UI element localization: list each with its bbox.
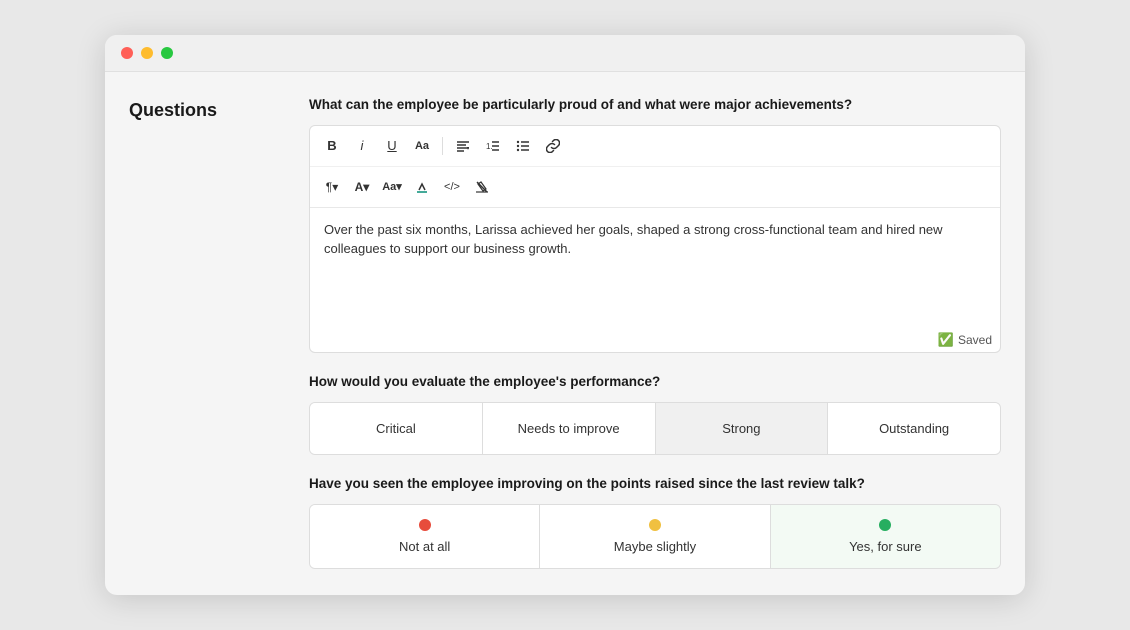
italic-button[interactable]: i xyxy=(348,132,376,160)
toolbar-row-1: B i U Aa 1. xyxy=(310,126,1000,167)
question-improvement-label: Have you seen the employee improving on … xyxy=(309,475,1001,494)
main-window: Questions What can the employee be parti… xyxy=(105,35,1025,595)
sidebar: Questions xyxy=(129,96,309,569)
question-improvement: Have you seen the employee improving on … xyxy=(309,475,1001,569)
question-performance: How would you evaluate the employee's pe… xyxy=(309,373,1001,455)
font-color-button[interactable]: A▾ xyxy=(348,173,376,201)
sidebar-title: Questions xyxy=(129,100,217,120)
editor-body[interactable]: Over the past six months, Larissa achiev… xyxy=(310,208,1000,328)
paragraph-button[interactable]: ¶▾ xyxy=(318,173,346,201)
yes-for-sure-label: Yes, for sure xyxy=(849,539,922,554)
improvement-not-at-all[interactable]: Not at all xyxy=(310,505,540,568)
improvement-maybe-slightly[interactable]: Maybe slightly xyxy=(540,505,770,568)
saved-label: Saved xyxy=(958,333,992,347)
rating-critical-label: Critical xyxy=(376,421,416,436)
rating-strong-label: Strong xyxy=(722,421,760,436)
maximize-button[interactable] xyxy=(161,47,173,59)
code-button[interactable]: </> xyxy=(438,173,466,201)
rating-strong[interactable]: Strong xyxy=(656,403,829,454)
rating-outstanding[interactable]: Outstanding xyxy=(828,403,1000,454)
editor-text: Over the past six months, Larissa achiev… xyxy=(324,222,943,257)
editor-toolbar: B i U Aa 1. xyxy=(310,126,1000,208)
rating-options: Critical Needs to improve Strong Outstan… xyxy=(309,402,1001,455)
rating-outstanding-label: Outstanding xyxy=(879,421,949,436)
ordered-list-button[interactable]: 1. xyxy=(479,132,507,160)
dot-red-icon xyxy=(419,519,431,531)
not-at-all-label: Not at all xyxy=(399,539,450,554)
improvement-yes-for-sure[interactable]: Yes, for sure xyxy=(771,505,1000,568)
improvement-options: Not at all Maybe slightly Yes, for sure xyxy=(309,504,1001,569)
titlebar xyxy=(105,35,1025,72)
window-content: Questions What can the employee be parti… xyxy=(105,72,1025,593)
rating-needs-label: Needs to improve xyxy=(518,421,620,436)
bold-button[interactable]: B xyxy=(318,132,346,160)
toolbar-row-2: ¶▾ A▾ Aa▾ </> xyxy=(310,167,1000,207)
align-button[interactable] xyxy=(449,132,477,160)
dot-green-icon xyxy=(879,519,891,531)
close-button[interactable] xyxy=(121,47,133,59)
question-performance-label: How would you evaluate the employee's pe… xyxy=(309,373,1001,392)
toolbar-divider-1 xyxy=(442,137,443,155)
rating-needs-improve[interactable]: Needs to improve xyxy=(483,403,656,454)
svg-text:1.: 1. xyxy=(486,142,493,151)
highlight-button[interactable] xyxy=(408,173,436,201)
editor-container: B i U Aa 1. xyxy=(309,125,1001,353)
maybe-slightly-label: Maybe slightly xyxy=(614,539,696,554)
saved-icon: ✅ xyxy=(938,332,954,348)
dot-yellow-icon xyxy=(649,519,661,531)
main-content: What can the employee be particularly pr… xyxy=(309,96,1001,569)
minimize-button[interactable] xyxy=(141,47,153,59)
underline-button[interactable]: U xyxy=(378,132,406,160)
question-achievements-label: What can the employee be particularly pr… xyxy=(309,96,1001,115)
question-achievements: What can the employee be particularly pr… xyxy=(309,96,1001,353)
font-size2-button[interactable]: Aa▾ xyxy=(378,173,406,201)
save-indicator: ✅ Saved xyxy=(310,328,1000,352)
clear-format-button[interactable] xyxy=(468,173,496,201)
font-size-button[interactable]: Aa xyxy=(408,132,436,160)
rating-critical[interactable]: Critical xyxy=(310,403,483,454)
unordered-list-button[interactable] xyxy=(509,132,537,160)
link-button[interactable] xyxy=(539,132,567,160)
